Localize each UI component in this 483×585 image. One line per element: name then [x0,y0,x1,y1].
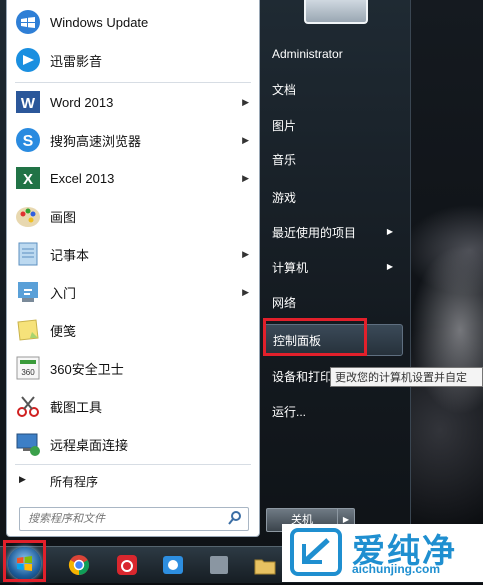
program-item[interactable]: 迅雷影音 [7,42,259,78]
watermark-logo-icon [290,528,342,576]
search-input[interactable] [26,508,220,530]
submenu-arrow-icon: ▶ [242,96,249,107]
program-item[interactable]: 记事本 ▶ [7,236,259,272]
qq-browser-icon[interactable] [160,552,186,578]
control-panel-tooltip: 更改您的计算机设置并自定 [330,367,483,387]
triangle-right-icon: ▶ [19,474,26,484]
right-item-computer[interactable]: 计算机 ▶ [263,252,401,282]
right-item-pictures[interactable]: 图片 [263,110,401,140]
right-item-documents[interactable]: 文档 [263,74,401,104]
program-item[interactable]: 远程桌面连接 [7,426,259,462]
submenu-arrow-icon: ▶ [242,134,249,145]
netease-music-icon[interactable] [114,552,140,578]
right-item-recent-items[interactable]: 最近使用的项目 ▶ [263,217,401,247]
right-item-run[interactable]: 运行... [263,396,401,426]
360-safe-icon: 360 [13,353,43,383]
user-account-picture[interactable] [304,0,368,24]
all-programs-button[interactable]: ▶ 所有程序 [7,466,259,494]
svg-text:X: X [23,171,33,188]
file-explorer-icon[interactable] [252,552,278,578]
notepad-icon [13,239,43,269]
paint-icon [13,201,43,231]
submenu-arrow-icon: ▶ [386,262,393,271]
remote-desktop-icon [13,429,43,459]
submenu-arrow-icon: ▶ [242,286,249,297]
highlight-box-control-panel [263,318,367,356]
chrome-icon[interactable] [66,552,92,578]
right-item-administrator[interactable]: Administrator [263,40,401,70]
word-icon: W [13,87,43,117]
getting-started-icon [13,277,43,307]
program-item[interactable]: Windows Update [7,4,259,40]
generic-app-icon[interactable] [206,552,232,578]
sticky-notes-icon [13,315,43,345]
right-item-music[interactable]: 音乐 [263,144,401,174]
program-separator [15,464,251,465]
start-menu-programs-pane: Windows Update 迅雷影音 W Word 2013 ▶ S 搜狗高速… [6,0,260,537]
submenu-arrow-icon: ▶ [386,227,393,236]
program-item[interactable]: 截图工具 [7,388,259,424]
program-item[interactable]: 画图 [7,198,259,234]
program-separator [15,82,251,83]
svg-text:360: 360 [21,368,35,377]
program-item[interactable]: 360 360安全卫士 [7,350,259,386]
svg-text:S: S [23,133,34,150]
submenu-arrow-icon: ▶ [242,172,249,183]
program-item[interactable]: 入门 ▶ [7,274,259,310]
search-icon[interactable] [227,510,243,526]
snipping-tool-icon [13,391,43,421]
right-item-games[interactable]: 游戏 [263,182,401,212]
windows-update-icon [13,7,43,37]
program-item[interactable]: W Word 2013 ▶ [7,84,259,120]
sogou-browser-icon: S [13,125,43,155]
program-item[interactable]: S 搜狗高速浏览器 ▶ [7,122,259,158]
program-item[interactable]: X Excel 2013 ▶ [7,160,259,196]
highlight-box-start [3,540,46,582]
svg-text:W: W [21,95,36,112]
program-item[interactable]: 便笺 [7,312,259,348]
submenu-arrow-icon: ▶ [242,248,249,259]
watermark-url: aichunjing.com [352,562,441,576]
search-box[interactable] [19,507,249,531]
excel-icon: X [13,163,43,193]
right-item-network[interactable]: 网络 [263,287,401,317]
xunlei-player-icon [13,45,43,75]
